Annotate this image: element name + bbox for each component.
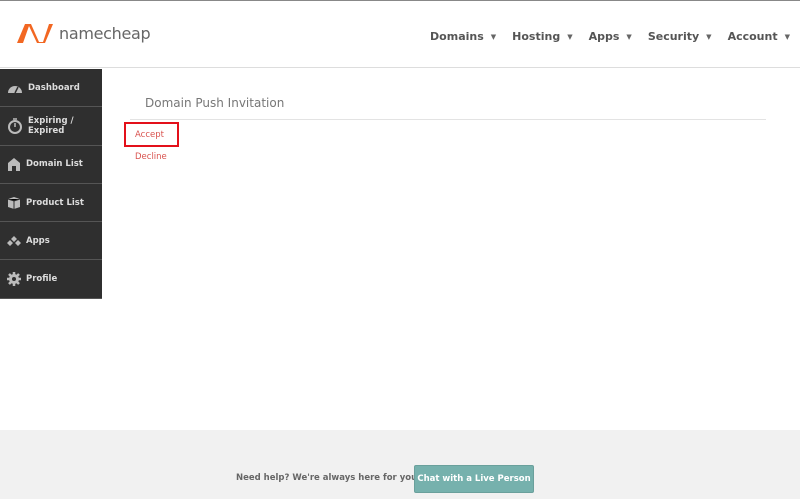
sidebar-item-label: Apps [26, 235, 50, 246]
sidebar-item-label: Product List [26, 197, 84, 208]
sidebar-item-profile[interactable]: Profile [0, 260, 102, 299]
accept-link[interactable]: Accept [135, 130, 164, 140]
sidebar-item-dashboard[interactable]: Dashboard [0, 69, 102, 108]
namecheap-logo-icon [17, 24, 53, 43]
nav-label: Security [647, 30, 700, 43]
footer: Need help? We're always here for you. Ch… [0, 430, 800, 499]
caret-down-icon: ▼ [706, 32, 712, 41]
top-nav: Domains ▼ Hosting ▼ Apps ▼ Security ▼ Accoun… [414, 30, 790, 43]
nav-label: Hosting [512, 30, 561, 43]
nav-security[interactable]: Security ▼ [648, 30, 712, 43]
apps-icon [7, 235, 21, 246]
nav-apps[interactable]: Apps ▼ [589, 30, 632, 43]
caret-down-icon: ▼ [784, 32, 790, 41]
stopwatch-icon [8, 118, 22, 134]
nav-label: Apps [588, 30, 620, 43]
nav-label: Domains [430, 30, 484, 43]
caret-down-icon: ▼ [567, 32, 573, 41]
logo[interactable]: namecheap [15, 21, 151, 45]
home-icon [8, 158, 20, 172]
box-icon [7, 196, 21, 209]
nav-account[interactable]: Account ▼ [728, 30, 790, 43]
sidebar-item-label: Expiring / Expired [28, 115, 74, 136]
caret-down-icon: ▼ [626, 32, 632, 41]
nav-hosting[interactable]: Hosting ▼ [512, 30, 572, 43]
sidebar-item-expiring[interactable]: Expiring / Expired [0, 107, 102, 146]
gauge-icon [8, 85, 22, 93]
sidebar-item-label: Domain List [26, 159, 83, 170]
chat-button[interactable]: Chat with a Live Person [414, 465, 534, 493]
sidebar-item-label: Profile [26, 274, 58, 285]
sidebar: Dashboard Expiring / Expired Domain List… [0, 69, 102, 299]
decline-link[interactable]: Decline [135, 152, 167, 162]
logo-text: namecheap [59, 23, 151, 43]
help-text: Need help? We're always here for you. [236, 473, 421, 483]
sidebar-item-domain-list[interactable]: Domain List [0, 146, 102, 184]
nav-label: Account [727, 30, 778, 43]
divider [130, 119, 766, 120]
gear-icon [7, 272, 21, 287]
caret-down-icon: ▼ [490, 32, 497, 41]
sidebar-item-label: Dashboard [28, 82, 80, 93]
header: namecheap Domains ▼ Hosting ▼ Apps ▼ Securi… [0, 1, 800, 68]
sidebar-item-apps[interactable]: Apps [0, 222, 102, 261]
nav-domains[interactable]: Domains ▼ [430, 30, 496, 43]
page-title: Domain Push Invitation [145, 96, 285, 110]
sidebar-item-product-list[interactable]: Product List [0, 184, 102, 223]
